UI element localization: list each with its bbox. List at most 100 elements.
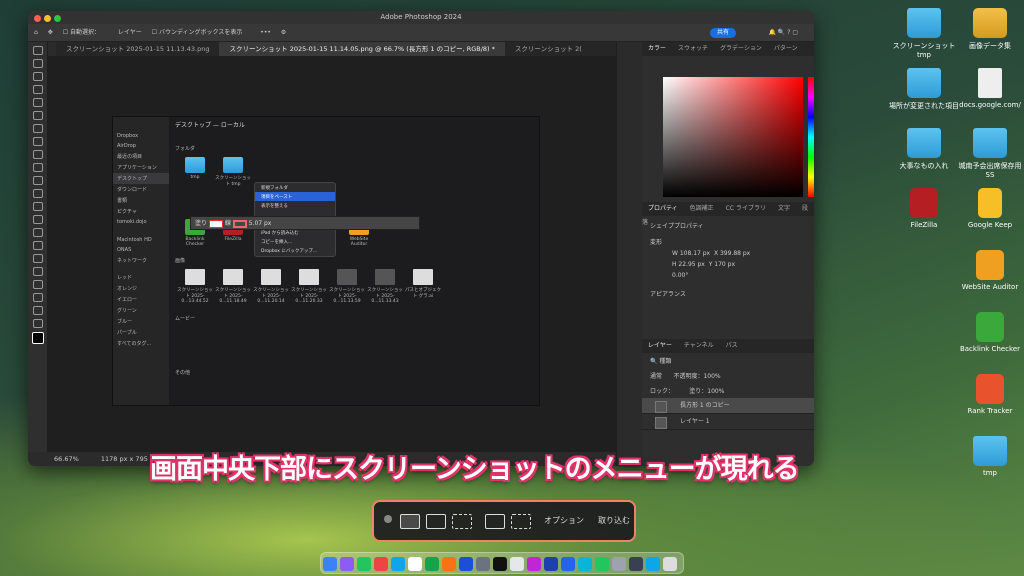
chrome-icon[interactable] (373, 557, 388, 571)
blur-icon[interactable] (32, 215, 43, 224)
tab-adjustments[interactable]: 色調補正 (684, 205, 720, 212)
hue-slider[interactable] (808, 77, 814, 197)
layer-row[interactable]: レイヤー 1 (642, 414, 814, 430)
zoom-level[interactable]: 66.67% (54, 455, 79, 463)
terminal-icon[interactable] (492, 557, 507, 571)
desktop-icon-screenshot-tmp[interactable]: スクリーンショット tmp (888, 8, 960, 59)
desktop-icon-filezilla[interactable]: FileZilla (888, 188, 960, 229)
dodge-icon[interactable] (32, 228, 43, 237)
tab-properties[interactable]: プロパティ (642, 205, 684, 212)
bbox-checkbox[interactable]: ☐ バウンディングボックスを表示 (152, 29, 251, 36)
move-tool-icon[interactable]: ✥ (48, 29, 53, 36)
gradient-icon[interactable] (32, 202, 43, 211)
app-icon[interactable] (441, 557, 456, 571)
settings-icon[interactable] (475, 557, 490, 571)
app-store-icon[interactable] (458, 557, 473, 571)
tab-channels[interactable]: チャンネル (678, 342, 720, 349)
tab-gradients[interactable]: グラデーション (714, 45, 768, 52)
lightroom-icon[interactable] (560, 557, 575, 571)
marquee-tool-icon[interactable] (32, 59, 43, 68)
lasso-tool-icon[interactable] (32, 72, 43, 81)
move-tool-icon[interactable] (32, 46, 43, 55)
capture-button[interactable]: 取り込む (598, 515, 630, 526)
tab-swatches[interactable]: スウォッチ (672, 45, 714, 52)
app-icon[interactable] (356, 557, 371, 571)
brush-icon[interactable] (32, 150, 43, 159)
type-tool-icon[interactable] (32, 254, 43, 263)
close-icon[interactable] (384, 515, 392, 523)
canvas-area[interactable]: Dropbox AirDrop 最近の項目 アプリケーション デスクトップ ダウ… (48, 56, 616, 452)
zoom-tool-icon[interactable] (32, 306, 43, 315)
tab-screenshot-2[interactable]: スクリーンショット 2025-01-15 11.14.05.png @ 66.7… (219, 42, 505, 56)
app-icon[interactable] (611, 557, 626, 571)
color-picker-field[interactable] (663, 77, 803, 197)
more-icon[interactable]: ••• (260, 29, 271, 36)
app-icon[interactable] (645, 557, 660, 571)
fill-input[interactable]: 100% (707, 388, 724, 395)
frame-tool-icon[interactable] (32, 111, 43, 120)
desktop-icon-website-auditor[interactable]: WebSite Auditor (954, 250, 1024, 291)
stamp-icon[interactable] (32, 163, 43, 172)
close-icon[interactable] (34, 15, 41, 22)
desktop-icon-docs-google[interactable]: docs.google.com/ (954, 68, 1024, 109)
eraser-icon[interactable] (32, 189, 43, 198)
layer-select-dropdown[interactable]: レイヤー (118, 29, 142, 36)
eyedropper-icon[interactable] (32, 124, 43, 133)
app-icon[interactable] (509, 557, 524, 571)
line-icon[interactable] (594, 557, 609, 571)
desktop-icon-google-keep[interactable]: Google Keep (954, 188, 1024, 229)
record-selection-button[interactable] (511, 514, 531, 529)
desktop-icon-image-data[interactable]: 画像データ集 (954, 8, 1024, 51)
photoshop-icon[interactable] (543, 557, 558, 571)
tab-layers[interactable]: レイヤー (642, 342, 678, 349)
desktop-icon-jonan[interactable]: 城南予会出席保存用 SS (954, 128, 1024, 179)
record-screen-button[interactable] (485, 514, 505, 529)
capture-screen-button[interactable] (400, 514, 420, 529)
crop-tool-icon[interactable] (32, 98, 43, 107)
gear-icon[interactable]: ⚙ (281, 29, 286, 36)
layer-kind-filter[interactable]: 🔍 種類 (642, 353, 814, 368)
capture-selection-button[interactable] (452, 514, 472, 529)
minimize-icon[interactable] (44, 15, 51, 22)
tab-paths[interactable]: パス (720, 342, 744, 349)
stroke-swatch[interactable] (232, 219, 247, 228)
tab-patterns[interactable]: パターン (768, 45, 804, 52)
hand-tool-icon[interactable] (32, 293, 43, 302)
desktop-icon-rank-tracker[interactable]: Rank Tracker (954, 374, 1024, 415)
stroke-width-input[interactable]: 5.07 px (249, 220, 272, 227)
foreground-color-swatch[interactable] (31, 332, 44, 344)
options-button[interactable]: オプション (544, 515, 584, 526)
capture-window-button[interactable] (426, 514, 446, 529)
share-button[interactable]: 共有 (709, 28, 736, 38)
home-icon[interactable]: ⌂ (34, 29, 38, 36)
finder-icon[interactable] (322, 557, 337, 571)
app-icon[interactable] (577, 557, 592, 571)
tab-screenshot-3[interactable]: スクリーンショット 2( (505, 42, 592, 56)
tab-color[interactable]: カラー (642, 45, 672, 52)
app-icon[interactable] (662, 557, 677, 571)
history-brush-icon[interactable] (32, 176, 43, 185)
auto-select-checkbox[interactable]: ☐ 自動選択： (63, 29, 108, 36)
fill-swatch[interactable] (208, 219, 223, 228)
healing-icon[interactable] (32, 137, 43, 146)
app-icon[interactable] (424, 557, 439, 571)
quick-select-icon[interactable] (32, 85, 43, 94)
desktop-icon-backlink-checker[interactable]: Backlink Checker (954, 312, 1024, 353)
path-select-icon[interactable] (32, 267, 43, 276)
app-icon[interactable] (407, 557, 422, 571)
app-icon[interactable] (628, 557, 643, 571)
vscode-icon[interactable] (390, 557, 405, 571)
shape-tool-icon[interactable] (32, 280, 43, 289)
illustrator-icon[interactable] (526, 557, 541, 571)
opacity-input[interactable]: 100% (703, 373, 720, 380)
blend-mode-select[interactable]: 通常 (650, 373, 662, 380)
desktop-icon-important[interactable]: 大事なもの入れ (888, 128, 960, 171)
layer-row[interactable]: 長方形 1 のコピー (642, 398, 814, 414)
desktop-icon-moved-items[interactable]: 場所が変更された項目 (888, 68, 960, 111)
tab-character[interactable]: 文字 (772, 205, 796, 212)
more-tools-icon[interactable] (32, 319, 43, 328)
desktop-icon-tmp[interactable]: tmp (954, 436, 1024, 477)
angle-input[interactable]: 0.00° (642, 270, 814, 281)
zoom-icon[interactable] (54, 15, 61, 22)
pen-icon[interactable] (32, 241, 43, 250)
